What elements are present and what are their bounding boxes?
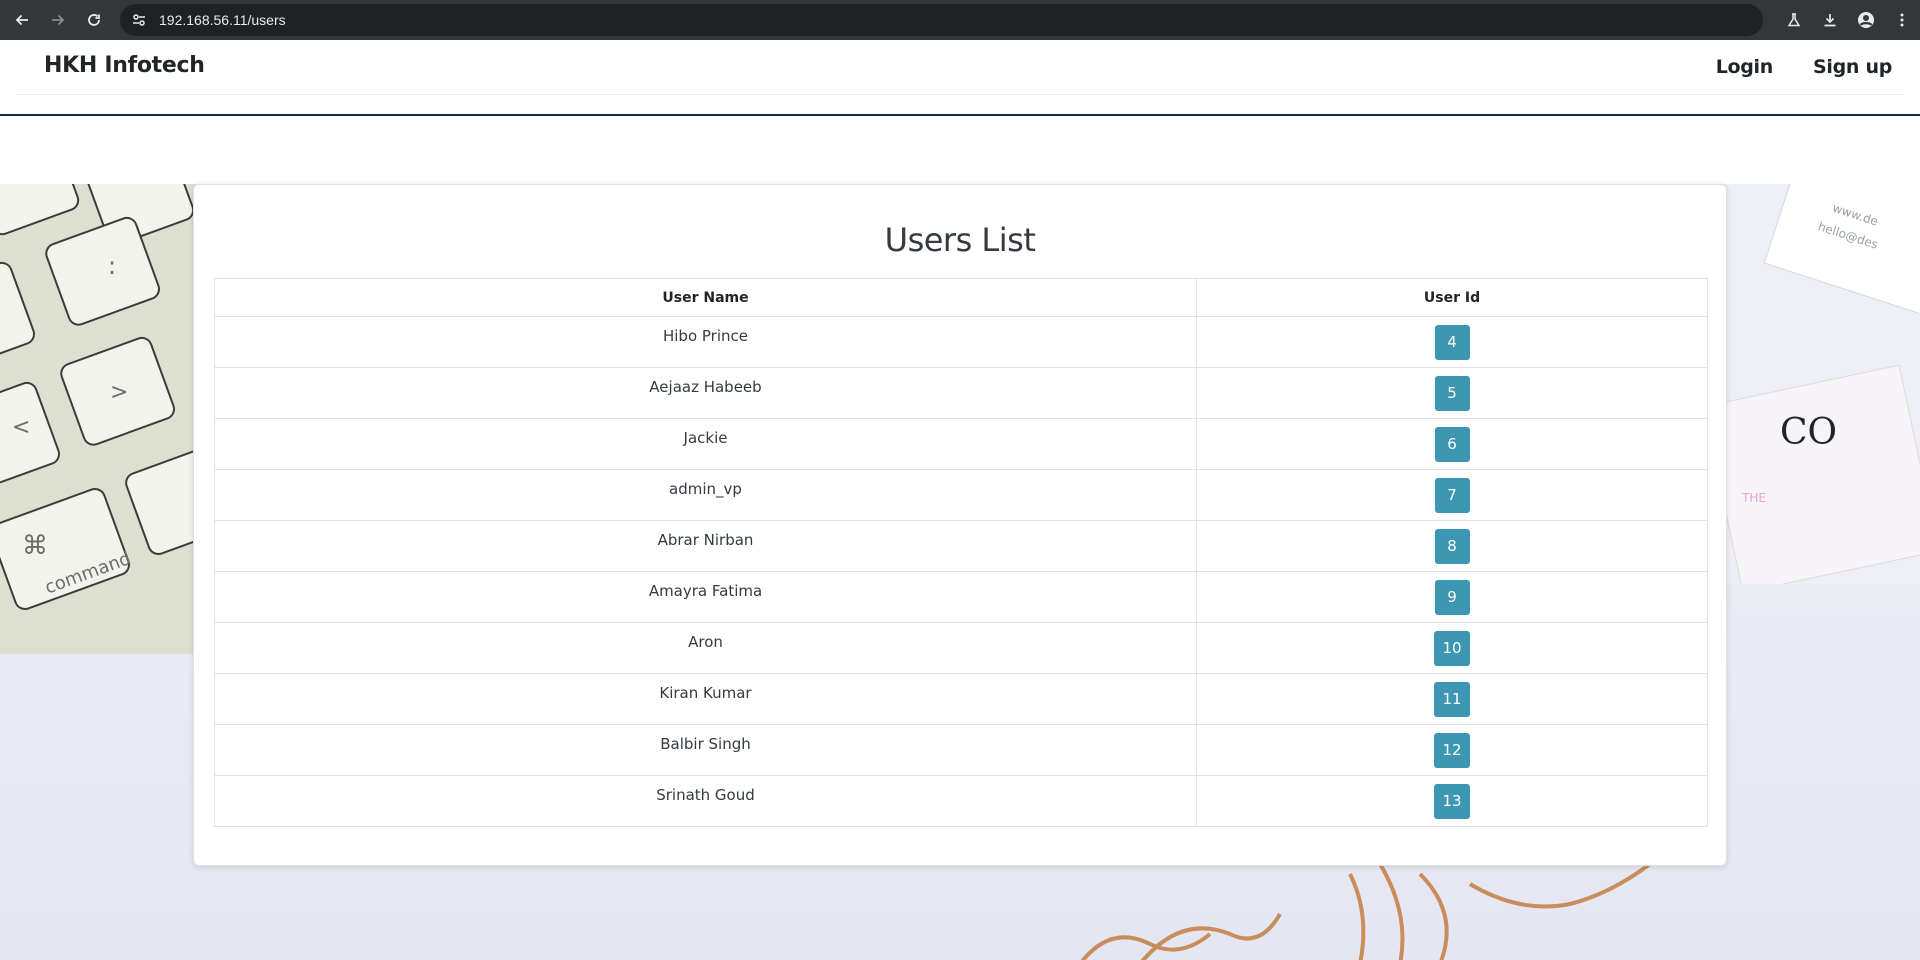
labs-icon[interactable] <box>1776 0 1812 40</box>
forward-button[interactable] <box>40 0 76 40</box>
user-id-badge: 13 <box>1434 783 1470 819</box>
svg-text::: : <box>108 252 116 280</box>
back-button[interactable] <box>4 0 40 40</box>
user-name-cell: Aejaaz Habeeb <box>214 367 1197 419</box>
table-row: Amayra Fatima 9 <box>214 571 1708 623</box>
user-name-cell: admin_vp <box>214 469 1197 521</box>
site-navbar: HKH Infotech Login Sign up <box>0 40 1920 116</box>
svg-text:>: > <box>110 380 128 405</box>
svg-text:CO: CO <box>1780 412 1837 453</box>
user-name-cell: Hibo Prince <box>214 316 1197 368</box>
table-row: Srinath Goud 13 <box>214 775 1708 827</box>
users-card: Users List User Name User Id Hibo Prince… <box>193 184 1727 866</box>
user-id-badge: 12 <box>1434 732 1470 768</box>
user-id-cell: 8 <box>1196 520 1708 572</box>
login-link[interactable]: Login <box>1716 56 1774 78</box>
arrow-left-icon <box>15 14 28 26</box>
column-header-user-name: User Name <box>214 278 1197 317</box>
site-info-icon[interactable] <box>131 12 147 28</box>
user-id-cell: 5 <box>1196 367 1708 419</box>
svg-text:⌘: ⌘ <box>22 531 48 561</box>
user-id-cell: 9 <box>1196 571 1708 623</box>
signup-link[interactable]: Sign up <box>1813 56 1892 78</box>
menu-icon[interactable] <box>1884 0 1920 40</box>
table-row: Aejaaz Habeeb 5 <box>214 367 1708 419</box>
user-id-badge: 9 <box>1434 579 1470 615</box>
user-id-cell: 13 <box>1196 775 1708 827</box>
profile-icon[interactable] <box>1848 0 1884 40</box>
paper-clips-image <box>1080 864 1652 960</box>
user-name-cell: Jackie <box>214 418 1197 470</box>
user-name-cell: Balbir Singh <box>214 724 1197 776</box>
user-id-badge: 11 <box>1434 681 1470 717</box>
page-title: Users List <box>884 221 1036 259</box>
user-id-cell: 12 <box>1196 724 1708 776</box>
brand-logo[interactable]: HKH Infotech <box>44 53 205 78</box>
table-header-row: User Name User Id <box>214 278 1708 317</box>
user-id-cell: 7 <box>1196 469 1708 521</box>
table-row: Abrar Nirban 8 <box>214 520 1708 572</box>
table-row: Hibo Prince 4 <box>214 316 1708 368</box>
user-id-cell: 4 <box>1196 316 1708 368</box>
user-id-badge: 7 <box>1434 477 1470 513</box>
navbar-inner: HKH Infotech Login Sign up <box>16 40 1904 95</box>
keyboard-image: L : > < ⌘ command <box>0 184 196 654</box>
user-id-cell: 10 <box>1196 622 1708 674</box>
user-id-badge: 10 <box>1434 630 1470 666</box>
table-row: admin_vp 7 <box>214 469 1708 521</box>
user-id-badge: 8 <box>1434 528 1470 564</box>
user-id-cell: 11 <box>1196 673 1708 725</box>
users-table: User Name User Id Hibo Prince 4 Aejaaz H… <box>214 278 1708 827</box>
user-id-cell: 6 <box>1196 418 1708 470</box>
user-id-badge: 4 <box>1434 324 1470 360</box>
business-cards-image: www.de hello@des CO THE <box>1720 184 1920 584</box>
reload-button[interactable] <box>76 0 112 40</box>
url-text[interactable]: 192.168.56.11/users <box>159 12 286 28</box>
svg-text:THE: THE <box>1741 491 1766 505</box>
table-row: Balbir Singh 12 <box>214 724 1708 776</box>
arrow-right-icon <box>52 14 65 26</box>
table-row: Aron 10 <box>214 622 1708 674</box>
user-id-badge: 5 <box>1434 375 1470 411</box>
user-name-cell: Amayra Fatima <box>214 571 1197 623</box>
user-id-badge: 6 <box>1434 426 1470 462</box>
browser-toolbar: 192.168.56.11/users <box>0 0 1920 40</box>
table-row: Kiran Kumar 11 <box>214 673 1708 725</box>
svg-text:<: < <box>12 415 30 440</box>
download-icon[interactable] <box>1812 0 1848 40</box>
address-bar[interactable]: 192.168.56.11/users <box>120 4 1763 36</box>
user-name-cell: Srinath Goud <box>214 775 1197 827</box>
reload-icon <box>88 14 100 26</box>
user-name-cell: Kiran Kumar <box>214 673 1197 725</box>
column-header-user-id: User Id <box>1196 278 1708 317</box>
user-name-cell: Aron <box>214 622 1197 674</box>
table-row: Jackie 6 <box>214 418 1708 470</box>
user-name-cell: Abrar Nirban <box>214 520 1197 572</box>
